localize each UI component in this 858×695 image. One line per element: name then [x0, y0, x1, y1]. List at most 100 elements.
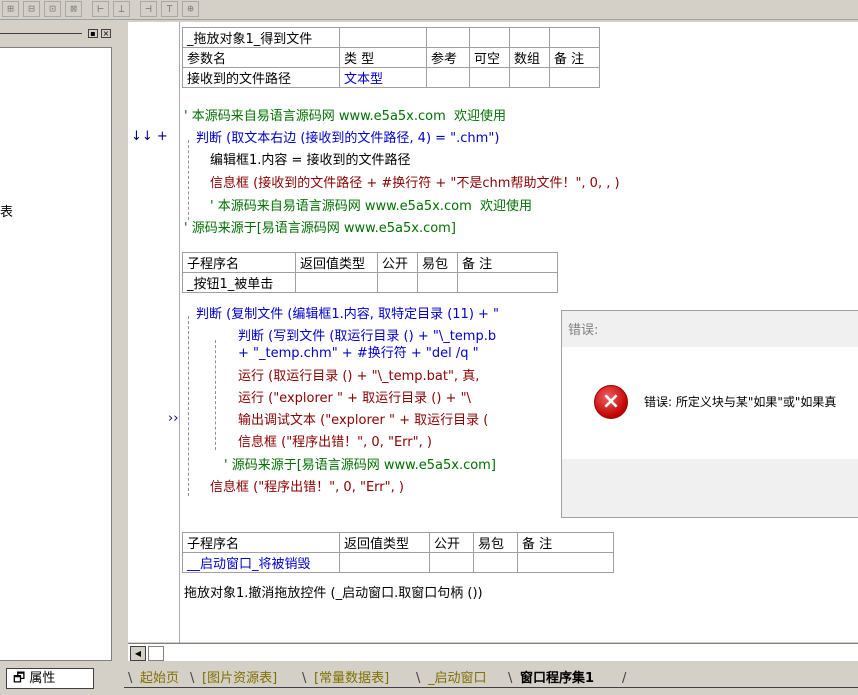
cancel-drag-statement: 拖放对象1.撤消拖放控件 (_启动窗口.取窗口句柄 ()) — [184, 586, 483, 601]
tab-separator: / — [622, 671, 627, 686]
layout-icon[interactable]: ⊣ — [140, 1, 157, 17]
proc-table-header: 子程序名 — [182, 532, 340, 553]
tab-constant-data[interactable]: [常量数据表] — [314, 669, 389, 689]
code-comment-line[interactable]: ' 本源码来自易语言源码网 www.e5a5x.com 欢迎使用 — [210, 197, 532, 217]
scroll-thumb[interactable] — [148, 646, 164, 661]
dialog-content: × 错误: 所定义块与某"如果"或"如果真 — [562, 347, 858, 459]
code-line-cancel-drag[interactable]: 拖放对象1.撤消拖放控件 (_启动窗口.取窗口句柄 ()) — [184, 584, 483, 604]
tab-start-page[interactable]: 起始页 — [140, 669, 179, 689]
breakpoint-marker[interactable]: ↓↓ + — [131, 129, 168, 144]
error-dialog[interactable]: 错误: × 错误: 所定义块与某"如果"或"如果真 — [561, 310, 858, 518]
property-partial-text: 表 — [0, 205, 14, 220]
param-header: 类 型 — [339, 47, 427, 68]
if-statement: 判断 (复制文件 (编辑框1.内容, 取特定目录 (11) + " — [196, 307, 500, 322]
code-line-concat[interactable]: + "_temp.chm" + #换行符 + "del /q " — [238, 344, 479, 364]
param-name[interactable]: 接收到的文件路径 — [182, 67, 340, 88]
execution-marker[interactable]: ›› — [168, 411, 178, 426]
proc-table-header: 备 注 — [457, 252, 558, 273]
proc2-header-table: 子程序名 返回值类型 公开 易包 备 注 _按钮1_被单击 — [182, 252, 558, 293]
tab-separator: \ — [128, 671, 133, 686]
code-line-msgbox[interactable]: 信息框 ("程序出错！", 0, "Err", ) — [210, 478, 404, 498]
code-line-debug[interactable]: 输出调试文本 ("explorer " + 取运行目录 ( — [238, 411, 488, 431]
layout-icon[interactable]: ⊕ — [182, 1, 199, 17]
panel-header-line — [0, 33, 82, 34]
proc-table-header: 子程序名 — [182, 252, 296, 273]
code-line-assign[interactable]: 编辑框1.内容 = 接收到的文件路径 — [210, 151, 411, 171]
dialog-title: 错误: — [568, 323, 599, 338]
tab-window-assembly[interactable]: 窗口程序集1 — [520, 669, 594, 689]
tab-image-resources[interactable]: [图片资源表] — [202, 669, 277, 689]
proc-table-header: 公开 — [377, 252, 418, 273]
param-empty — [469, 67, 510, 88]
error-icon: × — [594, 385, 628, 419]
property-list[interactable]: 表 — [0, 47, 112, 661]
comment-text: ' 本源码来自易语言源码网 www.e5a5x.com 欢迎使用 — [210, 199, 533, 214]
layout-icon[interactable]: ⊞ — [2, 1, 19, 17]
proc-table-header: 返回值类型 — [339, 532, 430, 553]
code-line-msgbox[interactable]: 信息框 (接收到的文件路径 + #换行符 + "不是chm帮助文件！", 0, … — [210, 174, 620, 194]
if-statement: 判断 (写到文件 (取运行目录 () + "\_temp.b — [238, 329, 497, 344]
param-empty — [426, 67, 470, 88]
code-line-if-copy[interactable]: 判断 (复制文件 (编辑框1.内容, 取特定目录 (11) + " — [196, 305, 499, 325]
panel-header: ▪ × — [0, 27, 118, 41]
proc2-empty — [377, 272, 418, 293]
code-line-run[interactable]: 运行 (取运行目录 () + "\_temp.bat", 真, — [238, 367, 479, 387]
proc1-empty — [469, 27, 510, 48]
layout-icon[interactable]: ⊤ — [161, 1, 178, 17]
code-line-msgbox[interactable]: 信息框 ("程序出错！", 0, "Err", ) — [238, 433, 432, 453]
comment-text: ' 源码来源于[易语言源码网 www.e5a5x.com] — [184, 221, 456, 236]
if-statement: 判断 (取文本右边 (接收到的文件路径, 4) = ".chm") — [196, 131, 500, 146]
param-header: 数组 — [509, 47, 550, 68]
error-message: 错误: 所定义块与某"如果"或"如果真 — [644, 395, 837, 409]
properties-tab[interactable]: 🗗 属性 — [6, 668, 94, 689]
msgbox-statement: 信息框 (接收到的文件路径 + #换行符 + "不是chm帮助文件！", 0, … — [210, 176, 620, 191]
layout-icon[interactable]: ⊠ — [65, 1, 82, 17]
scroll-left-arrow-icon[interactable]: ◀ — [130, 646, 146, 661]
code-comment-line[interactable]: ' 本源码来自易语言源码网 www.e5a5x.com 欢迎使用 — [184, 107, 506, 127]
layout-icon[interactable]: ⊡ — [44, 1, 61, 17]
debug-statement: 输出调试文本 ("explorer " + 取运行目录 ( — [238, 413, 489, 428]
proc-table-header: 易包 — [417, 252, 458, 273]
document-tabs: \ 起始页 \ [图片资源表] \ [常量数据表] \ _启动窗口 \ 窗口程序… — [124, 667, 858, 691]
param-type[interactable]: 文本型 — [339, 67, 427, 88]
tab-startup-window[interactable]: _启动窗口 — [428, 669, 487, 689]
code-line-run[interactable]: 运行 ("explorer " + 取运行目录 () + "\ — [238, 389, 471, 409]
msgbox-statement: 信息框 ("程序出错！", 0, "Err", ) — [238, 435, 432, 450]
comment-text: ' 源码来源于[易语言源码网 www.e5a5x.com] — [224, 458, 496, 473]
proc2-empty — [417, 272, 458, 293]
proc2-empty — [295, 272, 378, 293]
code-comment-line[interactable]: ' 源码来源于[易语言源码网 www.e5a5x.com] — [224, 456, 496, 476]
properties-icon: 🗗 — [13, 671, 26, 686]
layout-icon[interactable]: ⊟ — [23, 1, 40, 17]
concat-expression: + "_temp.chm" + #换行符 + "del /q " — [238, 346, 479, 361]
toolbar: ⊞ ⊟ ⊡ ⊠ ⊢ ⊥ ⊣ ⊤ ⊕ — [0, 0, 858, 20]
flow-line — [215, 340, 216, 450]
proc3-empty — [429, 552, 474, 573]
close-x-icon[interactable]: × — [101, 29, 111, 38]
code-comment-line[interactable]: ' 源码来源于[易语言源码网 www.e5a5x.com] — [184, 219, 456, 239]
code-line-if[interactable]: 判断 (取文本右边 (接收到的文件路径, 4) = ".chm") — [196, 129, 499, 149]
flow-line — [188, 140, 189, 220]
horizontal-scrollbar[interactable]: ◀ — [128, 643, 858, 661]
proc2-name[interactable]: _按钮1_被单击 — [182, 272, 296, 293]
gutter-divider — [179, 22, 180, 644]
flow-line — [188, 316, 189, 496]
proc1-name[interactable]: _拖放对象1_得到文件 — [182, 27, 340, 48]
run-statement: 运行 (取运行目录 () + "\_temp.bat", 真, — [238, 369, 480, 384]
layout-icon[interactable]: ⊢ — [92, 1, 109, 17]
minimize-icon[interactable]: ▪ — [88, 29, 98, 38]
proc1-empty — [549, 27, 600, 48]
msgbox-statement: 信息框 ("程序出错！", 0, "Err", ) — [210, 480, 404, 495]
property-panel: ▪ × 表 — [0, 22, 118, 662]
properties-tab-label: 属性 — [29, 671, 56, 686]
proc1-empty — [509, 27, 550, 48]
param-header: 参数名 — [182, 47, 340, 68]
param-header: 备 注 — [549, 47, 600, 68]
proc-table-header: 返回值类型 — [295, 252, 378, 273]
tab-separator: \ — [416, 671, 421, 686]
layout-icon[interactable]: ⊥ — [113, 1, 130, 17]
proc3-name[interactable]: __启动窗口_将被销毁 — [182, 552, 340, 573]
param-empty — [549, 67, 600, 88]
proc3-empty — [517, 552, 614, 573]
proc3-empty — [473, 552, 518, 573]
